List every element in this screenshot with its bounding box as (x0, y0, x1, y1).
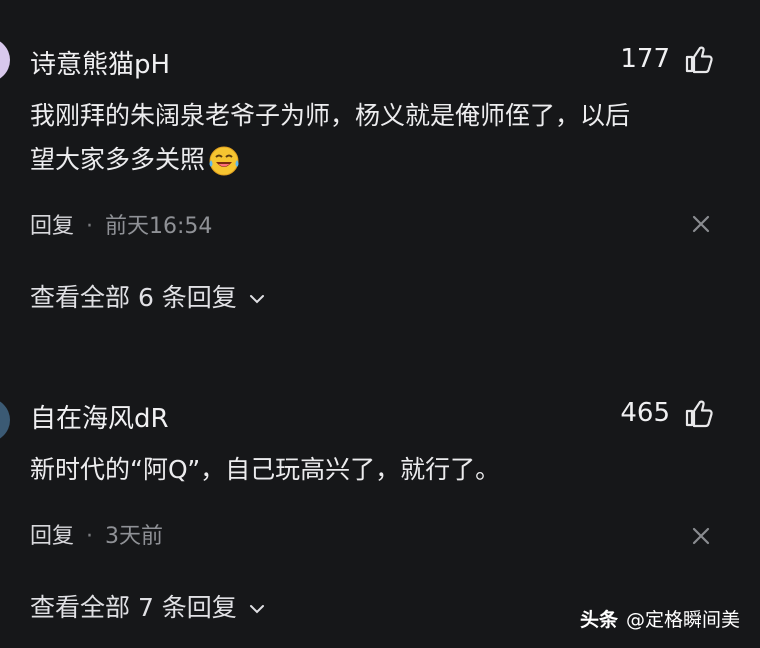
laughing-crying-emoji-icon (209, 146, 239, 176)
comment-text-line-content: 望大家多多关照 (30, 145, 206, 174)
thumbs-up-icon[interactable] (684, 398, 714, 428)
comment-time: 前天16:54 (105, 214, 213, 239)
comment-time: 3天前 (105, 524, 164, 549)
meta-separator: · (86, 524, 94, 549)
meta-separator: · (86, 214, 94, 239)
reply-button[interactable]: 回复 (30, 214, 74, 239)
reply-button[interactable]: 回复 (30, 524, 74, 549)
avatar[interactable] (0, 398, 10, 442)
chevron-down-icon (249, 295, 264, 304)
close-icon[interactable] (690, 213, 712, 235)
thumbs-up-icon[interactable] (684, 44, 714, 74)
comment-text-line: 我刚拜的朱阔泉老爷子为师，杨义就是俺师侄了，以后 (30, 101, 631, 130)
close-icon[interactable] (690, 525, 712, 547)
chevron-down-icon (249, 605, 264, 614)
comment-meta: 回复 · 3天前 (30, 518, 163, 550)
view-replies-label: 查看全部 6 条回复 (30, 283, 237, 312)
avatar[interactable] (0, 38, 10, 82)
comment-username[interactable]: 自在海风dR (30, 398, 169, 435)
like-count: 177 (620, 44, 670, 74)
comment-meta: 回复 · 前天16:54 (30, 208, 212, 240)
comment-text: 新时代的“阿Q”，自己玩高兴了，就行了。 (30, 455, 501, 484)
comment-text-line-2: 望大家多多关照 (30, 138, 720, 182)
view-replies-label: 查看全部 7 条回复 (30, 593, 237, 622)
view-replies-button[interactable]: 查看全部 6 条回复 (30, 278, 265, 314)
like-count: 465 (620, 398, 670, 428)
watermark: 头条 @定格瞬间美 (580, 605, 740, 632)
watermark-handle: @定格瞬间美 (625, 609, 740, 631)
comment-username[interactable]: 诗意熊猫pH (30, 44, 170, 81)
comment-text: 我刚拜的朱阔泉老爷子为师，杨义就是俺师侄了，以后 望大家多多关照 (30, 94, 720, 182)
watermark-brand: 头条 (579, 609, 618, 631)
view-replies-button[interactable]: 查看全部 7 条回复 (30, 588, 265, 624)
